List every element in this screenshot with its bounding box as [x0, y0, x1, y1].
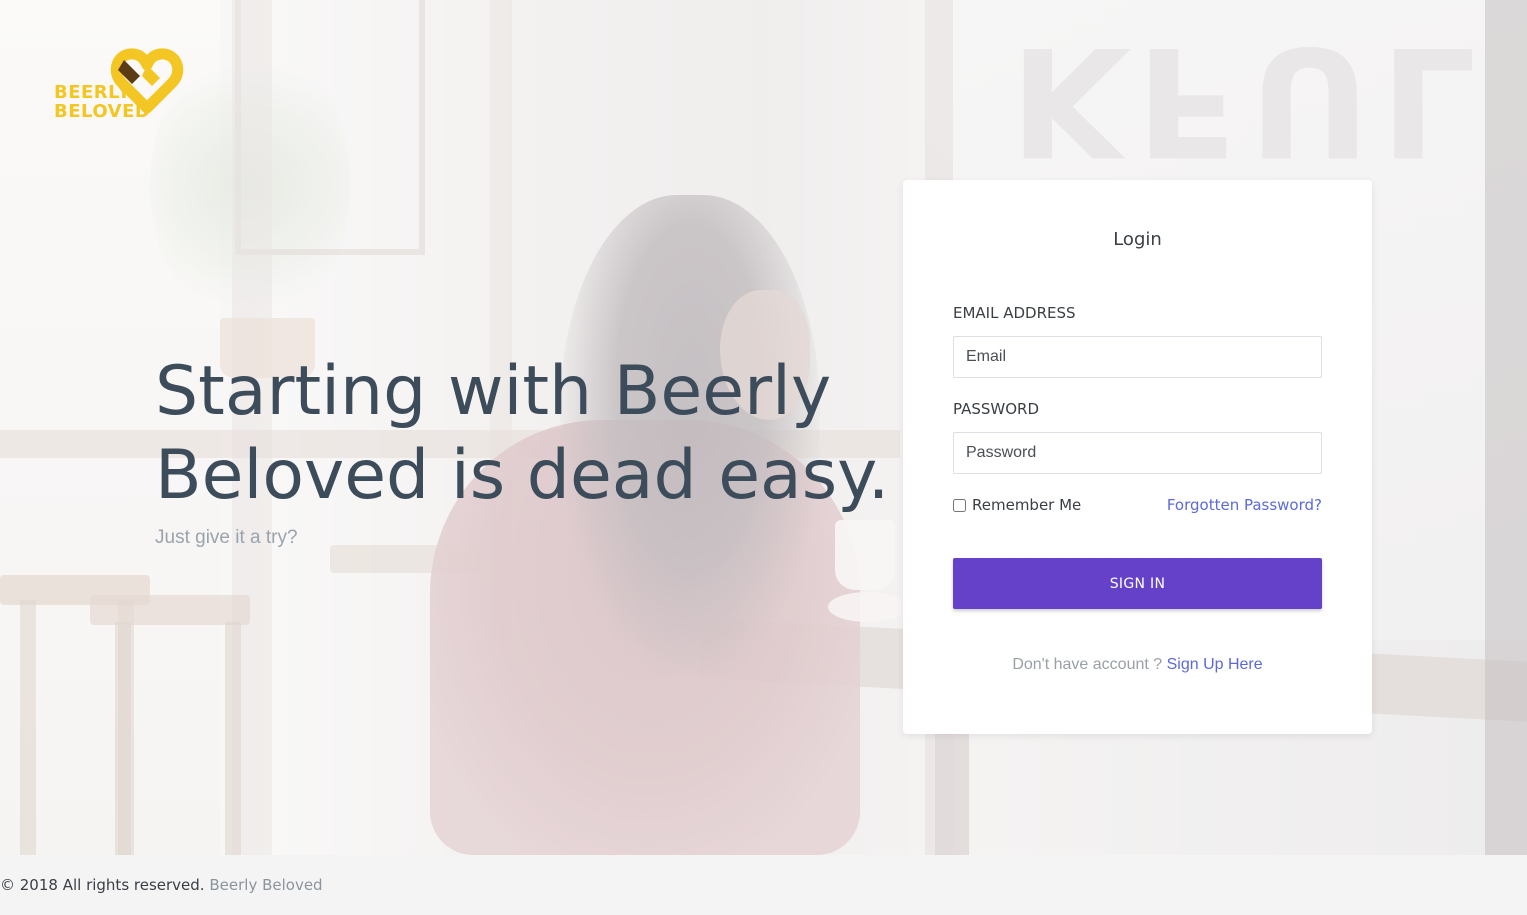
email-label: EMAIL ADDRESS [953, 304, 1076, 322]
hero-headline: Starting with Beerly Beloved is dead eas… [155, 350, 915, 518]
footer-copyright: © 2018 All rights reserved. Beerly Belov… [0, 876, 323, 894]
password-field[interactable] [953, 432, 1322, 474]
footer: © 2018 All rights reserved. Beerly Belov… [0, 855, 1527, 915]
brand-logo-line1: BEERLY [54, 82, 131, 103]
hero-headline-line2: Beloved is dead easy. [155, 436, 890, 515]
remember-me-checkbox[interactable] [953, 498, 966, 512]
hero-headline-line1: Starting with Beerly [155, 352, 832, 431]
forgot-password-link[interactable]: Forgotten Password? [1167, 496, 1322, 514]
remember-me[interactable]: Remember Me [953, 496, 1081, 514]
copyright-text: © 2018 All rights reserved. [0, 876, 205, 894]
signup-prompt: Don't have account ? Sign Up Here [903, 656, 1372, 674]
brand-logo-text: BEERLY BELOVED [54, 83, 150, 121]
sign-up-link[interactable]: Sign Up Here [1167, 656, 1263, 673]
login-card: Login EMAIL ADDRESS PASSWORD Remember Me… [903, 180, 1372, 734]
login-title: Login [1113, 229, 1162, 250]
brand-logo-line2: BELOVED [54, 101, 151, 122]
email-field[interactable] [953, 336, 1322, 378]
no-account-text: Don't have account ? [1012, 656, 1163, 673]
password-label: PASSWORD [953, 400, 1040, 418]
remember-me-label: Remember Me [972, 496, 1082, 514]
brand-logo[interactable]: BEERLY BELOVED [52, 38, 197, 123]
footer-brand-link[interactable]: Beerly Beloved [209, 876, 322, 894]
sign-in-button[interactable]: SIGN IN [953, 558, 1322, 609]
hero-subline: Just give it a try? [155, 527, 298, 548]
